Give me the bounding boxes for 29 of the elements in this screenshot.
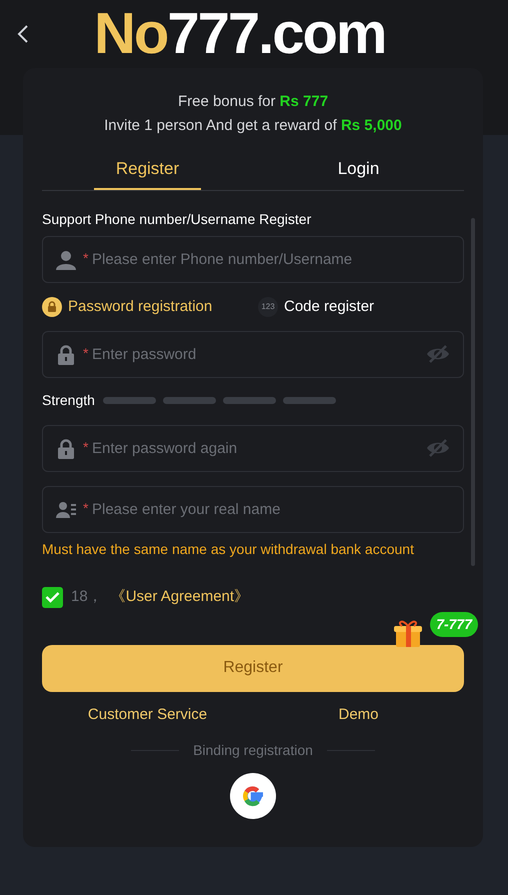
check-icon: [45, 591, 60, 604]
mode-option[interactable]: Password registration: [42, 296, 258, 318]
lock-icon: [58, 439, 74, 459]
tab[interactable]: Login: [316, 150, 402, 190]
lock-icon: [42, 297, 62, 317]
bonus-text: Free bonus for Rs 777: [176, 92, 330, 112]
form-title: Support Phone number/Username Register: [42, 210, 312, 229]
mode-option[interactable]: 123 Code register: [258, 296, 374, 318]
age-text: 18，: [71, 587, 103, 607]
binding-label: Binding registration: [193, 741, 313, 760]
checkbox[interactable]: [42, 586, 63, 608]
tab[interactable]: Register: [94, 150, 202, 190]
logo: No777.com: [94, 5, 386, 63]
lock-icon: [58, 345, 74, 365]
link[interactable]: Customer Service: [88, 704, 208, 726]
id-card-icon: [56, 501, 76, 519]
required-mark: *: [83, 345, 88, 361]
back-icon[interactable]: [16, 24, 30, 44]
strength-label: Strength: [42, 391, 95, 410]
reward-text: Invite 1 person And get a reward of Rs 5,000: [103, 116, 403, 136]
hint-text: Must have the same name as your withdrawal bank account: [42, 540, 415, 559]
google-button[interactable]: [230, 773, 276, 819]
required-mark: *: [83, 500, 88, 516]
required-mark: *: [83, 250, 88, 266]
link[interactable]: Demo: [338, 704, 378, 726]
user-icon: [56, 250, 76, 270]
digits-icon: 123: [258, 297, 278, 317]
agreement-link[interactable]: 《User Agreement》: [110, 586, 250, 608]
required-mark: *: [83, 439, 88, 455]
